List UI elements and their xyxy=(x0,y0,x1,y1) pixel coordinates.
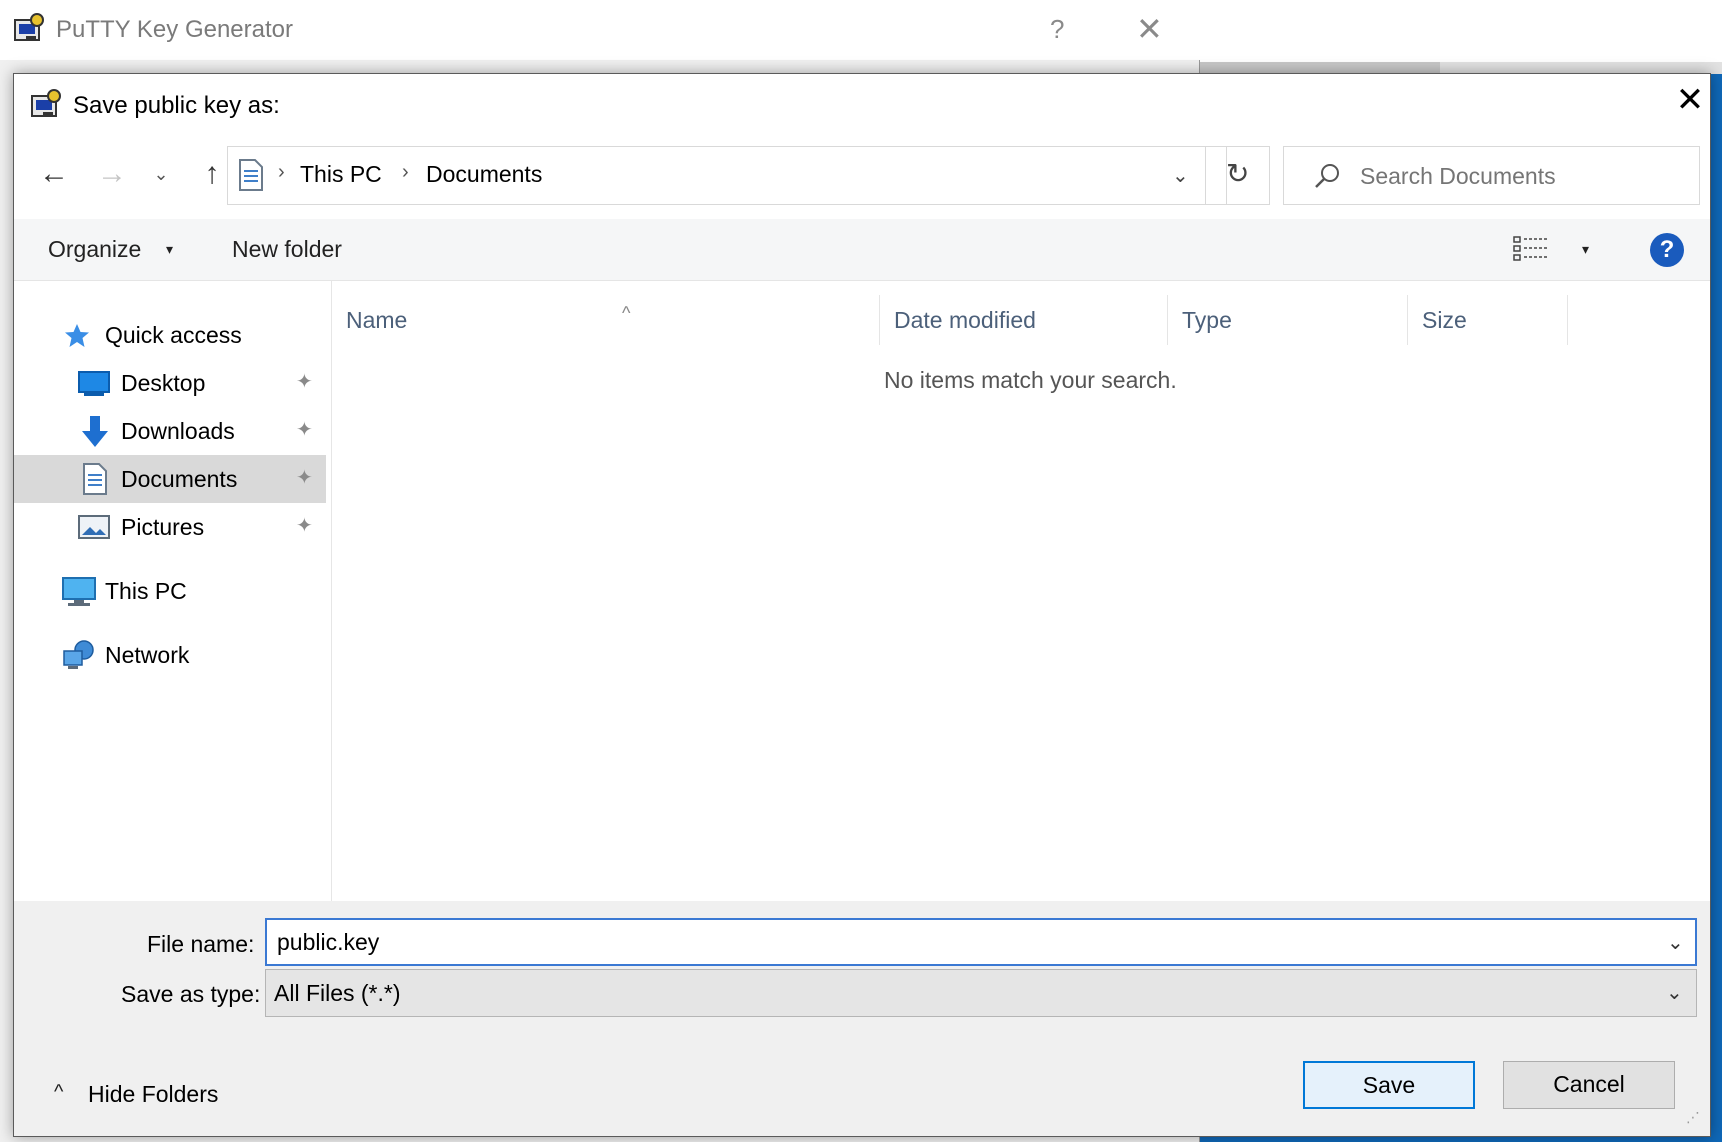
nav-item-documents[interactable]: Documents ✦ xyxy=(14,455,326,503)
savetype-select[interactable]: All Files (*.*) ⌄ xyxy=(265,969,1697,1017)
hide-folders-label: Hide Folders xyxy=(88,1081,219,1107)
pin-icon: ✦ xyxy=(296,515,313,537)
star-icon xyxy=(65,324,89,347)
putty-keygen-icon xyxy=(31,89,61,117)
background-window-title: PuTTY Key Generator xyxy=(56,16,293,43)
search-box[interactable] xyxy=(1283,146,1700,205)
save-form: File name: ⌄ Save as type: All Files (*.… xyxy=(14,901,1710,1136)
breadcrumb-separator-icon[interactable]: › xyxy=(402,161,409,184)
background-app-strip xyxy=(1200,0,1722,70)
refresh-button[interactable]: ↻ xyxy=(1205,146,1270,205)
column-label: Type xyxy=(1182,307,1232,333)
refresh-icon: ↻ xyxy=(1226,158,1250,189)
document-icon xyxy=(83,463,107,495)
pin-icon: ✦ xyxy=(296,371,313,393)
empty-message: No items match your search. xyxy=(884,367,1177,393)
nav-label: Pictures xyxy=(121,514,205,540)
filename-label: File name: xyxy=(147,931,255,957)
dialog-title: Save public key as: xyxy=(73,92,280,119)
chevron-down-icon[interactable]: ⌄ xyxy=(1667,930,1684,955)
address-bar[interactable]: › This PC › Documents ⌄ xyxy=(227,146,1227,205)
up-button[interactable]: ↑ xyxy=(192,154,232,194)
help-icon[interactable]: ? xyxy=(1650,233,1684,267)
network-icon xyxy=(63,640,94,669)
recent-locations-button[interactable]: ⌄ xyxy=(149,154,173,194)
nav-label: Network xyxy=(105,642,190,668)
back-button[interactable]: ← xyxy=(34,154,74,194)
computer-icon xyxy=(62,577,96,606)
save-button[interactable]: Save xyxy=(1303,1061,1475,1109)
chevron-up-icon: ^ xyxy=(54,1081,64,1103)
putty-keygen-icon xyxy=(14,13,44,41)
pin-icon: ✦ xyxy=(296,419,313,441)
nav-item-pictures[interactable]: Pictures ✦ xyxy=(14,503,326,551)
filename-combobox[interactable]: ⌄ xyxy=(265,918,1697,966)
forward-button[interactable]: → xyxy=(92,154,132,194)
navigation-pane: Quick access Desktop ✦ Downloads ✦ Docum… xyxy=(14,281,332,901)
chevron-down-icon[interactable]: ⌄ xyxy=(1666,980,1683,1005)
breadcrumb-separator-icon[interactable]: › xyxy=(278,161,285,184)
background-close-button[interactable]: ✕ xyxy=(1136,10,1163,48)
nav-label: Quick access xyxy=(105,322,242,348)
document-icon xyxy=(239,159,263,191)
column-header-name[interactable]: ^ Name xyxy=(332,295,880,345)
nav-label: Desktop xyxy=(121,370,206,396)
background-help-button[interactable]: ? xyxy=(1050,14,1064,45)
command-bar: Organize ▾ New folder ▾ ? xyxy=(14,219,1710,281)
column-label: Size xyxy=(1422,307,1467,333)
column-label: Name xyxy=(346,307,408,333)
save-dialog: Save public key as: ✕ ← → ⌄ ↑ › This PC … xyxy=(13,73,1711,1137)
background-titlebar: PuTTY Key Generator ? ✕ xyxy=(0,0,1200,60)
column-header-type[interactable]: Type xyxy=(1168,295,1408,345)
column-header-date-modified[interactable]: Date modified xyxy=(880,295,1168,345)
nav-item-downloads[interactable]: Downloads ✦ xyxy=(14,407,326,455)
savetype-value: All Files (*.*) xyxy=(274,980,401,1006)
nav-item-quick-access[interactable]: Quick access xyxy=(14,311,326,359)
view-options-icon[interactable] xyxy=(1513,234,1549,264)
sort-ascending-icon: ^ xyxy=(622,303,631,323)
desktop-icon xyxy=(78,371,110,396)
search-input[interactable] xyxy=(1360,159,1680,193)
caret-down-icon[interactable]: ▾ xyxy=(166,241,173,258)
column-label: Date modified xyxy=(894,307,1036,333)
hide-folders-button[interactable]: ^ Hide Folders xyxy=(38,1079,238,1111)
nav-item-this-pc[interactable]: This PC xyxy=(14,567,326,615)
new-folder-button[interactable]: New folder xyxy=(232,236,342,263)
file-list[interactable]: ^ Name Date modified Type Size No items … xyxy=(332,281,1710,901)
breadcrumb-documents[interactable]: Documents xyxy=(426,161,542,188)
breadcrumb-this-pc[interactable]: This PC xyxy=(300,161,382,188)
column-divider[interactable] xyxy=(1567,295,1568,345)
nav-label: This PC xyxy=(105,578,187,604)
chevron-down-icon[interactable]: ⌄ xyxy=(1172,163,1189,188)
download-icon xyxy=(82,416,108,447)
organize-button[interactable]: Organize xyxy=(48,236,141,263)
view-caret-icon[interactable]: ▾ xyxy=(1582,241,1589,258)
search-icon xyxy=(1315,164,1339,188)
dialog-close-button[interactable]: ✕ xyxy=(1672,82,1708,118)
nav-item-network[interactable]: Network xyxy=(14,631,326,679)
nav-label: Documents xyxy=(121,466,238,492)
savetype-label: Save as type: xyxy=(121,981,261,1007)
resize-grip-icon[interactable]: ⋰ xyxy=(1686,1109,1700,1126)
nav-label: Downloads xyxy=(121,418,235,444)
cancel-button[interactable]: Cancel xyxy=(1503,1061,1675,1109)
pin-icon: ✦ xyxy=(296,467,313,489)
nav-item-desktop[interactable]: Desktop ✦ xyxy=(14,359,326,407)
pictures-icon xyxy=(78,515,110,539)
column-header-size[interactable]: Size xyxy=(1408,295,1568,345)
filename-input[interactable] xyxy=(277,927,1647,957)
